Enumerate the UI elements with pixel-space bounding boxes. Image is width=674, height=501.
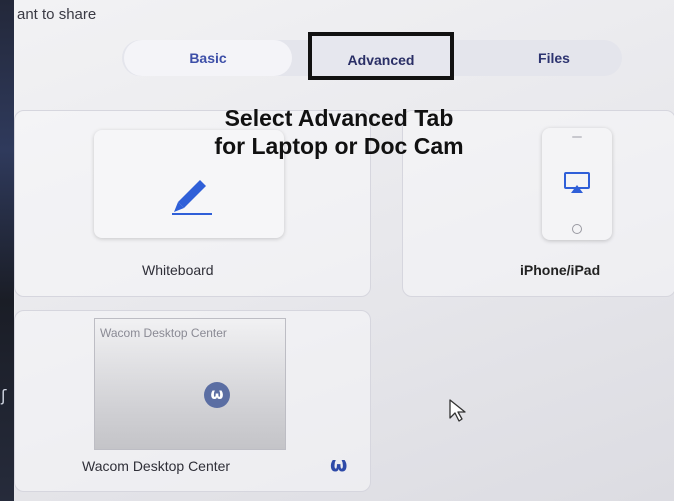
annotation-line-1: Select Advanced Tab	[224, 105, 454, 131]
tab-advanced[interactable]: Advanced	[308, 32, 454, 80]
tab-files[interactable]: Files	[494, 40, 614, 76]
whiteboard-label: Whiteboard	[142, 262, 214, 278]
share-dialog: ant to share Basic Advanced Files Whiteb…	[14, 0, 674, 501]
wacom-logo-icon: ω	[204, 382, 230, 408]
dialog-heading: ant to share	[17, 6, 97, 23]
background-glyph: ʃ	[1, 386, 7, 405]
iphone-label: iPhone/iPad	[520, 262, 601, 278]
phone-speaker	[572, 136, 582, 138]
wacom-label: Wacom Desktop Center	[82, 458, 231, 474]
annotation-line-2: for Laptop or Doc Cam	[214, 133, 464, 159]
mouse-cursor-icon	[449, 399, 466, 422]
wacom-window-title: Wacom Desktop Center	[100, 326, 227, 340]
background-window-edge: ʃ	[0, 0, 14, 501]
iphone-tile[interactable]	[542, 128, 612, 240]
instruction-annotation: Select Advanced Tab for Laptop or Doc Ca…	[174, 104, 504, 160]
airplay-icon	[564, 172, 590, 193]
phone-home-button	[572, 224, 582, 234]
tab-basic[interactable]: Basic	[124, 40, 292, 76]
wacom-app-icon: ω	[330, 452, 348, 476]
